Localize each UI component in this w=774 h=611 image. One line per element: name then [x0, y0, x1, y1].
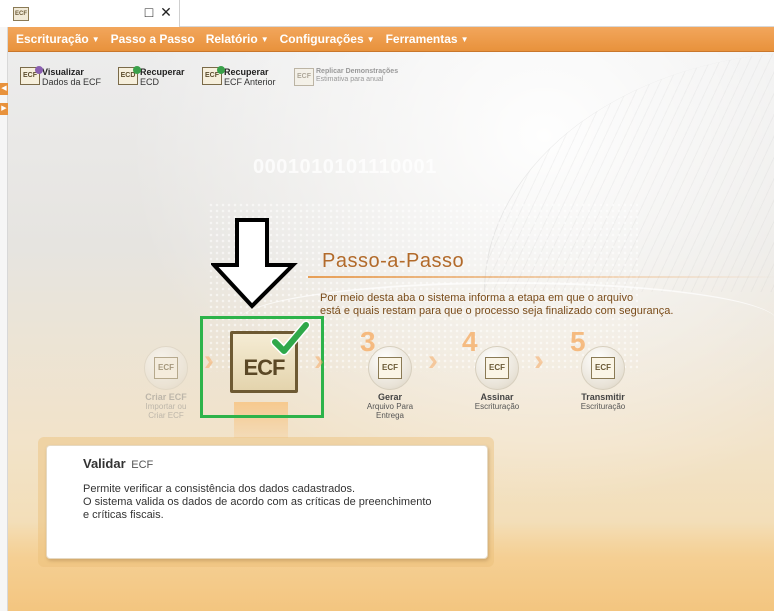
app-tab[interactable]: ECF □ ✕ — [0, 0, 180, 27]
left-collapse-strip: ◀ ▶ — [0, 27, 8, 611]
ecf-recover-icon: ECF — [202, 66, 225, 85]
chevron-down-icon: ▼ — [260, 35, 269, 44]
panel-title: Validar ECF — [83, 456, 154, 471]
page-title: Passo-a-Passo — [322, 250, 465, 272]
recuperar-ecf-anterior-button[interactable]: ECF Recuperar ECF Anterior — [202, 66, 276, 87]
step-disc: ECF — [581, 346, 625, 390]
replicar-demonstracoes-button[interactable]: ECF Replicar Demonstrações Estimativa par… — [294, 68, 398, 86]
ecf-transmit-icon: ECF — [591, 357, 615, 379]
ecd-recover-icon: ECD — [118, 66, 141, 85]
ecf-generate-icon: ECF — [378, 357, 402, 379]
step-transmitir[interactable]: ECF Transmitir Escrituração — [570, 346, 636, 411]
collapse-left-icon[interactable]: ◀ — [0, 83, 8, 95]
ecf-icon: ECF — [154, 357, 178, 379]
restore-window-icon[interactable]: □ — [142, 5, 156, 19]
page-description: Por meio desta aba o sistema informa a e… — [320, 292, 674, 317]
step-disc: ECF — [475, 346, 519, 390]
checkmark-icon — [270, 320, 310, 356]
chevron-right-icon: › — [314, 344, 324, 377]
title-underline — [308, 276, 774, 278]
ecf-replicate-icon: ECF — [294, 68, 314, 86]
step-disc: ECF — [144, 346, 188, 390]
chevron-down-icon: ▼ — [460, 35, 469, 44]
ecf-view-icon: ECF — [20, 66, 43, 85]
menu-ferramentas[interactable]: Ferramentas ▼ — [386, 32, 469, 46]
chevron-down-icon: ▼ — [91, 35, 100, 44]
title-bar: ECF □ ✕ — [0, 0, 774, 27]
visualizar-dados-button[interactable]: ECF Visualizar Dados da ECF — [20, 66, 101, 87]
step-disc: ECF — [368, 346, 412, 390]
info-panel: Validar ECF Permite verificar a consistê… — [46, 445, 488, 559]
recuperar-ecd-button[interactable]: ECD Recuperar ECD — [118, 66, 185, 87]
ecf-sign-icon: ECF — [485, 357, 509, 379]
chevron-right-icon: › — [534, 344, 544, 377]
menu-relatorio[interactable]: Relatório ▼ — [206, 32, 269, 46]
menu-bar: Escrituração ▼ Passo a Passo Relatório ▼ C… — [8, 27, 774, 52]
expand-right-icon[interactable]: ▶ — [0, 103, 8, 115]
down-arrow-icon — [211, 218, 298, 309]
chevron-right-icon: › — [428, 344, 438, 377]
close-icon[interactable]: ✕ — [159, 5, 173, 19]
chevron-down-icon: ▼ — [366, 35, 375, 44]
menu-configuracoes[interactable]: Configurações ▼ — [280, 32, 375, 46]
panel-description: Permite verificar a consistência dos dad… — [83, 483, 432, 521]
step-gerar[interactable]: ECF Gerar Arquivo Para Entrega — [358, 346, 422, 420]
decorative-binary-text: 0001010101110001 — [253, 156, 437, 178]
main-canvas: 0001010101110001 ECF Visualizar Dados da … — [8, 52, 774, 611]
menu-passo-a-passo[interactable]: Passo a Passo — [111, 32, 195, 46]
ecf-app-icon: ECF — [13, 7, 29, 21]
step-criar-ecf[interactable]: ECF Criar ECF Importar ou Criar ECF — [136, 346, 196, 420]
step-assinar[interactable]: ECF Assinar Escrituração — [464, 346, 530, 411]
menu-escrituracao[interactable]: Escrituração ▼ — [16, 32, 100, 46]
